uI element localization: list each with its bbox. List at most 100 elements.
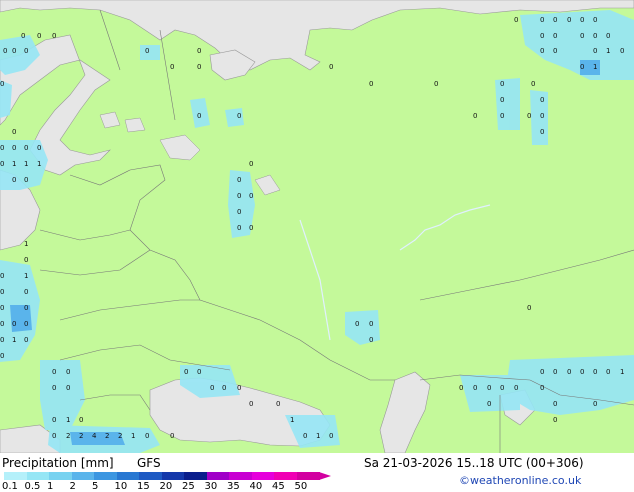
legend-tick-label: 1 [47, 481, 54, 492]
precip-value: 0 [170, 432, 175, 440]
credit-link[interactable]: ©weatheronline.co.uk [459, 474, 581, 487]
legend-swatch [274, 472, 297, 480]
precip-value: 0 [593, 32, 598, 40]
precip-value: 1 [131, 432, 136, 440]
precip-value: 0 [237, 384, 242, 392]
precip-value: 1 [593, 63, 598, 71]
precip-value: 0 [210, 384, 215, 392]
precip-value: 0 [145, 47, 150, 55]
precip-value: 1 [606, 47, 611, 55]
precip-value: 0 [24, 144, 29, 152]
legend-tick-label: 20 [159, 481, 173, 492]
precip-value: 0 [24, 288, 29, 296]
precip-value: 1 [290, 416, 295, 424]
precip-value: 0 [0, 80, 5, 88]
rivers [299, 204, 491, 341]
footer-bar: Precipitation [mm] GFS Sa 21-03-2026 15.… [0, 453, 634, 492]
precip-value: 0 [500, 96, 505, 104]
precip-value: 0 [514, 384, 519, 392]
precip-value: 0 [0, 288, 5, 296]
legend-tick-label: 40 [249, 481, 263, 492]
precip-value: 2 [79, 432, 84, 440]
precip-value: 0 [540, 128, 545, 136]
precip-value: 0 [567, 368, 572, 376]
precip-value: 0 [222, 384, 227, 392]
precipitation-map: 0000000000000000000000000000000111000000… [0, 0, 634, 453]
precip-value: 1 [12, 336, 17, 344]
precip-value: 0 [473, 384, 478, 392]
precip-value: 0 [593, 16, 598, 24]
legend-swatch [139, 472, 162, 480]
precip-value: 0 [553, 416, 558, 424]
precip-value: 0 [369, 336, 374, 344]
precip-value: 0 [459, 384, 464, 392]
precip-value: 0 [21, 32, 26, 40]
precip-title: Precipitation [mm] [2, 456, 114, 470]
precip-value: 0 [52, 368, 57, 376]
precip-value: 2 [66, 432, 71, 440]
precip-value: 0 [12, 320, 17, 328]
legend-tick-label: 45 [272, 481, 285, 492]
precip-value: 0 [580, 32, 585, 40]
precip-value: 0 [606, 32, 611, 40]
legend-swatch [94, 472, 117, 480]
precip-value: 0 [197, 63, 202, 71]
precip-value: 0 [540, 32, 545, 40]
precip-value: 0 [24, 336, 29, 344]
precip-value: 0 [329, 432, 334, 440]
precip-value: 0 [197, 368, 202, 376]
precip-value: 0 [24, 320, 29, 328]
precip-value: 0 [531, 80, 536, 88]
precip-value: 1 [620, 368, 625, 376]
precip-value: 0 [37, 144, 42, 152]
precip-value: 0 [303, 432, 308, 440]
precip-value: 1 [24, 160, 29, 168]
precip-value: 0 [66, 368, 71, 376]
precip-value: 0 [540, 16, 545, 24]
precip-value: 0 [473, 112, 478, 120]
precip-value: 0 [487, 384, 492, 392]
precip-value: 0 [540, 96, 545, 104]
precip-value: 0 [24, 176, 29, 184]
precip-value: 0 [249, 192, 254, 200]
legend-swatch [26, 472, 50, 480]
precip-value: 2 [118, 432, 123, 440]
precip-value: 0 [580, 368, 585, 376]
precip-value: 0 [514, 16, 519, 24]
legend-tick-label: 0.5 [24, 481, 41, 492]
legend-swatch [49, 472, 72, 480]
precip-value: 1 [66, 416, 71, 424]
legend-tick-label: 2 [69, 481, 76, 492]
precip-value: 0 [52, 384, 57, 392]
legend-tick-label: 10 [114, 481, 128, 492]
precip-value: 0 [355, 320, 360, 328]
precip-value: 0 [37, 32, 42, 40]
legend-swatch [229, 472, 252, 480]
precip-value: 0 [0, 272, 5, 280]
precip-value: 0 [540, 368, 545, 376]
precip-value: 0 [0, 160, 5, 168]
legend-tick-label: 15 [137, 481, 150, 492]
precip-value: 0 [52, 32, 57, 40]
precip-value: 0 [487, 400, 492, 408]
precip-value: 0 [527, 112, 532, 120]
precip-value: 0 [0, 144, 5, 152]
precip-value: 0 [540, 384, 545, 392]
legend-tick-label: 25 [182, 481, 195, 492]
precip-value: 0 [249, 224, 254, 232]
precip-value: 0 [12, 176, 17, 184]
legend-swatch [116, 472, 140, 480]
precip-value: 0 [249, 400, 254, 408]
precip-value: 0 [553, 16, 558, 24]
precip-value: 0 [197, 112, 202, 120]
precip-value: 0 [237, 208, 242, 216]
precip-value: 0 [24, 304, 29, 312]
precip-value: 1 [12, 160, 17, 168]
legend-tick-label: 0.1 [2, 481, 18, 492]
legend-swatch [251, 472, 275, 480]
precip-value: 0 [12, 47, 17, 55]
precip-value: 0 [237, 112, 242, 120]
precip-value: 4 [92, 432, 97, 440]
precip-value: 0 [500, 112, 505, 120]
precip-value: 0 [580, 63, 585, 71]
